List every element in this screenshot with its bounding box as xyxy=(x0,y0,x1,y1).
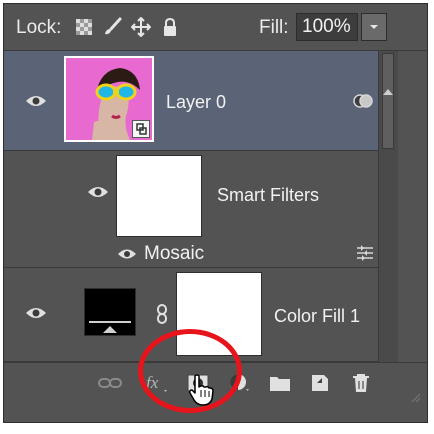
smart-object-badge-icon xyxy=(132,120,150,138)
fill-slider-marker xyxy=(103,326,117,333)
link-layers-icon[interactable] xyxy=(96,369,124,397)
layer-name-color-fill-1: Color Fill 1 xyxy=(274,306,361,326)
smart-filter-indicator-icon[interactable] xyxy=(352,93,374,109)
lock-fill-bar: Lock: Fill: 100% xyxy=(4,4,427,51)
layer-name-smart-filters: Smart Filters xyxy=(217,185,320,205)
fill-dropdown-button[interactable] xyxy=(361,13,387,41)
new-layer-icon[interactable] xyxy=(306,369,334,397)
smart-filters-visibility-eye-icon[interactable] xyxy=(87,185,109,199)
lock-image-pixels-icon[interactable] xyxy=(100,15,124,39)
fill-layer-thumbnail[interactable] xyxy=(84,288,136,336)
lock-position-icon[interactable] xyxy=(129,15,153,39)
group-folder-icon[interactable] xyxy=(266,369,294,397)
color-fill-visibility-eye-icon[interactable] xyxy=(25,306,47,320)
layer-row-smart-filters[interactable]: Smart Filters Mosaic xyxy=(4,151,378,268)
mosaic-visibility-eye-icon[interactable] xyxy=(117,248,137,260)
scrollbar-thumb[interactable] xyxy=(382,53,394,149)
layer-name-layer-0: Layer 0 xyxy=(166,92,227,112)
layers-scrollbar[interactable] xyxy=(378,51,398,362)
visibility-eye-icon[interactable] xyxy=(25,94,47,108)
layer-row-layer-0[interactable]: Layer 0 xyxy=(4,51,378,151)
hand-cursor-icon xyxy=(189,374,214,406)
smart-filter-name[interactable]: Mosaic xyxy=(144,243,204,265)
resize-grip-icon[interactable] xyxy=(409,391,421,403)
blending-options-icon[interactable] xyxy=(355,244,375,262)
smart-filters-mask-thumbnail[interactable] xyxy=(116,155,202,237)
lock-all-icon[interactable] xyxy=(158,15,182,39)
layer-thumbnail[interactable] xyxy=(64,56,154,142)
scroll-up-arrow-icon[interactable] xyxy=(383,89,393,95)
chevron-down-icon xyxy=(370,25,378,29)
trash-icon[interactable] xyxy=(347,369,375,397)
fill-label: Fill: xyxy=(259,17,289,38)
lock-transparent-pixels-icon[interactable] xyxy=(72,15,96,39)
lock-label: Lock: xyxy=(16,17,62,38)
link-chain-icon[interactable] xyxy=(155,304,169,324)
fill-input[interactable]: 100% xyxy=(296,13,358,41)
